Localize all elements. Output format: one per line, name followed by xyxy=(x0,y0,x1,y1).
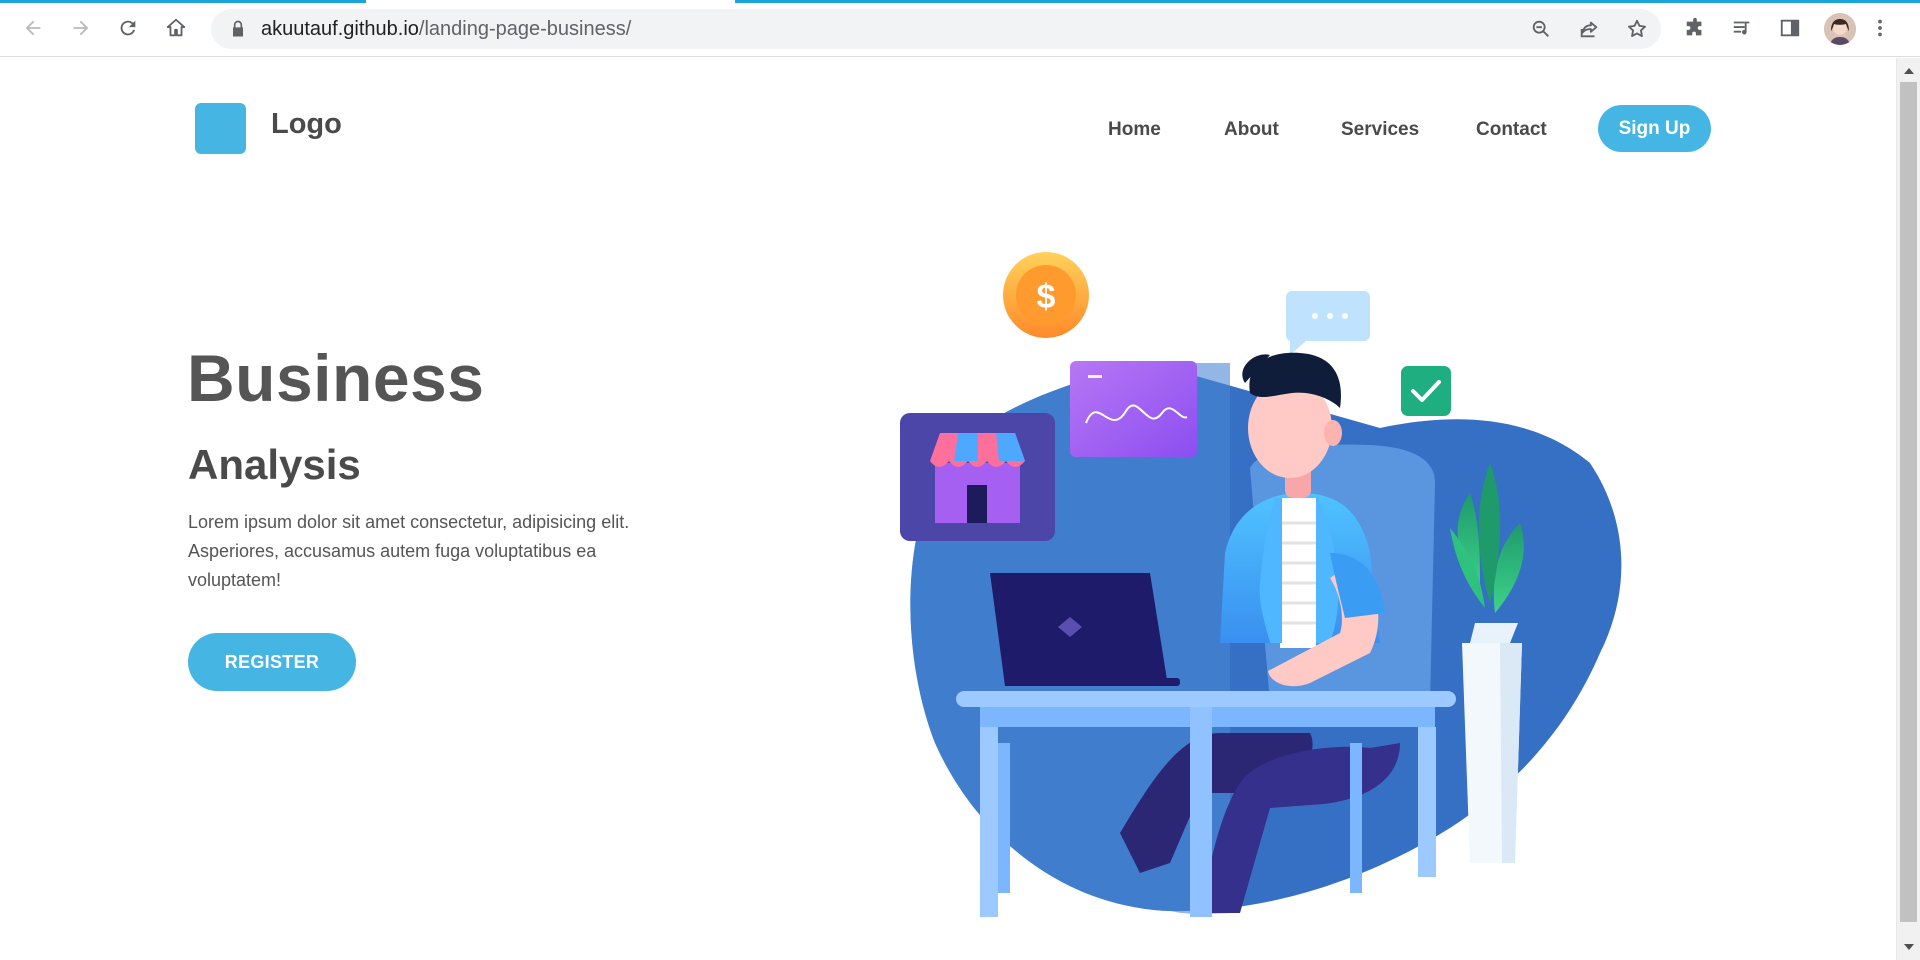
avatar[interactable] xyxy=(1824,13,1856,45)
share-icon xyxy=(1580,21,1598,38)
browser-toolbar: akuutauf.github.io/landing-page-business… xyxy=(0,0,1920,57)
share-button[interactable] xyxy=(1575,15,1603,43)
coin-symbol: $ xyxy=(1037,278,1056,316)
nav-services[interactable]: Services xyxy=(1341,119,1419,141)
hero-description: Lorem ipsum dolor sit amet consectetur, … xyxy=(188,512,630,590)
loading-bar xyxy=(0,0,366,3)
extensions-icon xyxy=(1686,17,1702,36)
side-panel-button[interactable] xyxy=(1772,10,1808,46)
nav-contact[interactable]: Contact xyxy=(1476,119,1547,141)
star-icon xyxy=(1628,19,1646,37)
lock-icon xyxy=(233,20,243,37)
logo-mark[interactable] xyxy=(195,103,246,154)
url-text[interactable]: akuutauf.github.io/landing-page-business… xyxy=(261,18,631,41)
zoom-out-icon xyxy=(1532,20,1549,37)
menu-icon xyxy=(1878,19,1882,37)
zoom-out-button[interactable] xyxy=(1527,15,1555,43)
home-button[interactable] xyxy=(158,10,194,46)
nav-about[interactable]: About xyxy=(1224,119,1279,141)
register-button[interactable]: REGISTER xyxy=(188,633,356,691)
url-host: akuutauf.github.io xyxy=(261,18,419,40)
profile-picture xyxy=(1824,13,1856,45)
check-icon xyxy=(1401,366,1451,416)
hero-subtitle: Analysis xyxy=(188,441,361,488)
page-viewport: Logo Home About Services Contact Sign Up… xyxy=(0,58,1896,960)
forward-icon xyxy=(73,20,89,36)
signup-button[interactable]: Sign Up xyxy=(1598,105,1711,152)
browser-menu-button[interactable] xyxy=(1868,10,1892,46)
chat-bubble-icon xyxy=(1285,291,1370,355)
url-path: /landing-page-business/ xyxy=(418,18,632,40)
home-icon xyxy=(166,18,186,37)
scroll-up-arrow-icon[interactable] xyxy=(1904,68,1914,74)
laptop-icon xyxy=(990,573,1180,686)
hero-illustration: $ xyxy=(900,252,1622,917)
back-button[interactable] xyxy=(15,10,51,46)
hero-title: Business xyxy=(187,341,485,415)
media-button[interactable] xyxy=(1724,10,1760,46)
address-bar[interactable]: akuutauf.github.io/landing-page-business… xyxy=(211,9,1661,49)
scroll-down-arrow-icon[interactable] xyxy=(1904,944,1914,950)
media-icon xyxy=(1733,21,1750,35)
back-icon xyxy=(25,20,41,36)
store-icon xyxy=(900,413,1055,541)
scrollbar-thumb[interactable] xyxy=(1900,82,1917,922)
loading-bar xyxy=(735,0,1920,3)
page-scrollbar[interactable] xyxy=(1896,58,1920,960)
coin-icon: $ xyxy=(1003,252,1089,338)
reload-button[interactable] xyxy=(110,10,146,46)
bookmark-button[interactable] xyxy=(1623,15,1651,43)
nav-home[interactable]: Home xyxy=(1108,119,1161,141)
reload-icon xyxy=(120,20,136,36)
side-panel-icon xyxy=(1780,19,1800,37)
logo-text[interactable]: Logo xyxy=(271,108,342,141)
extensions-button[interactable] xyxy=(1677,10,1713,46)
chart-card-icon xyxy=(1070,361,1197,457)
forward-button[interactable] xyxy=(63,10,99,46)
